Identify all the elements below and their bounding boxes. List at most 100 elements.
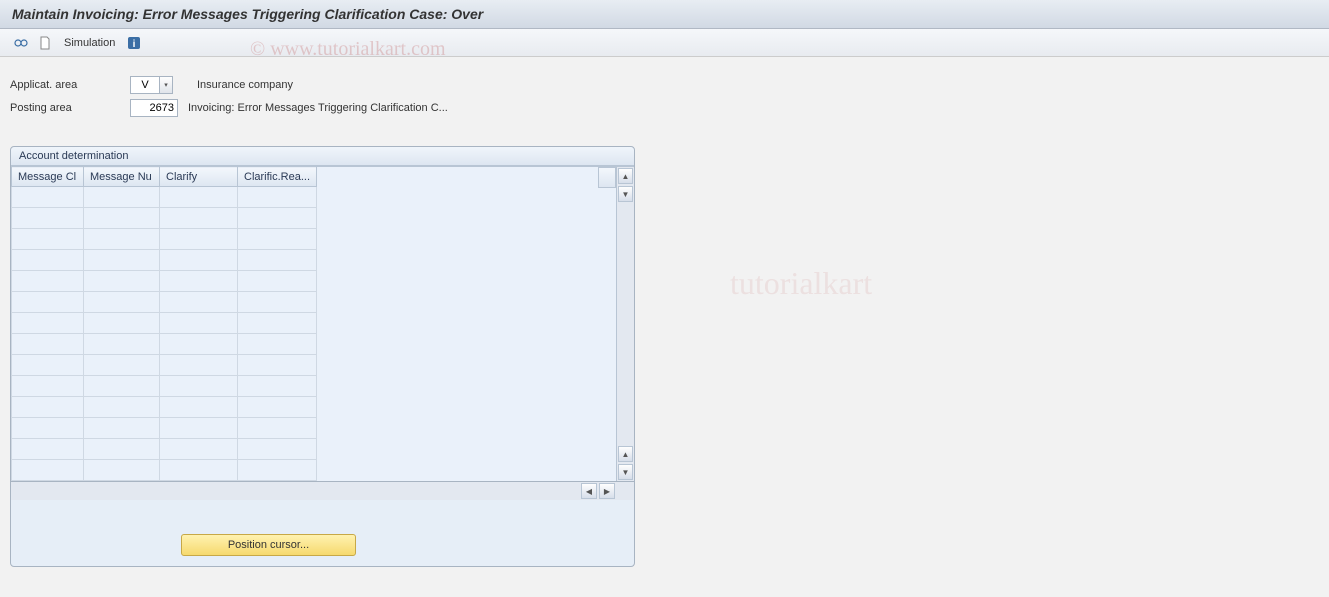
table-cell[interactable] — [238, 292, 317, 313]
simulation-button[interactable]: Simulation — [64, 37, 115, 49]
table-row[interactable] — [12, 460, 317, 481]
scroll-right-icon[interactable]: ▶ — [599, 483, 615, 499]
col-header-message-cl[interactable]: Message Cl — [12, 167, 84, 187]
table-cell[interactable] — [12, 439, 84, 460]
grid-container: Message Cl Message Nu Clarify Clarific.R… — [11, 166, 634, 482]
posting-area-input[interactable] — [130, 99, 178, 117]
table-row[interactable] — [12, 208, 317, 229]
table-row[interactable] — [12, 229, 317, 250]
table-cell[interactable] — [160, 397, 238, 418]
scroll-down-icon[interactable]: ▼ — [618, 186, 633, 202]
grid-spacer — [317, 166, 616, 481]
table-row[interactable] — [12, 250, 317, 271]
grid-table[interactable]: Message Cl Message Nu Clarify Clarific.R… — [11, 166, 317, 481]
table-cell[interactable] — [238, 376, 317, 397]
table-cell[interactable] — [238, 355, 317, 376]
table-cell[interactable] — [12, 250, 84, 271]
table-cell[interactable] — [12, 397, 84, 418]
table-cell[interactable] — [160, 460, 238, 481]
table-cell[interactable] — [12, 271, 84, 292]
table-cell[interactable] — [238, 397, 317, 418]
table-cell[interactable] — [84, 355, 160, 376]
table-cell[interactable] — [12, 292, 84, 313]
table-cell[interactable] — [84, 439, 160, 460]
col-header-message-nu[interactable]: Message Nu — [84, 167, 160, 187]
table-cell[interactable] — [160, 271, 238, 292]
table-cell[interactable] — [160, 313, 238, 334]
info-icon[interactable]: i — [125, 34, 143, 52]
table-cell[interactable] — [160, 292, 238, 313]
table-cell[interactable] — [238, 208, 317, 229]
table-cell[interactable] — [84, 397, 160, 418]
col-header-clarific-rea[interactable]: Clarific.Rea... — [238, 167, 317, 187]
table-cell[interactable] — [12, 208, 84, 229]
table-cell[interactable] — [238, 250, 317, 271]
table-cell[interactable] — [160, 187, 238, 208]
table-cell[interactable] — [84, 460, 160, 481]
table-cell[interactable] — [238, 460, 317, 481]
page-title: Maintain Invoicing: Error Messages Trigg… — [0, 0, 1329, 29]
grid-corner — [598, 167, 616, 188]
vertical-scrollbar[interactable]: ▲ ▼ ▲ ▼ — [616, 166, 634, 481]
table-cell[interactable] — [238, 229, 317, 250]
table-cell[interactable] — [12, 313, 84, 334]
scroll-up-icon[interactable]: ▲ — [618, 168, 633, 184]
position-cursor-button[interactable]: Position cursor... — [181, 534, 356, 556]
applicat-area-input[interactable] — [130, 76, 160, 94]
table-cell[interactable] — [238, 418, 317, 439]
table-cell[interactable] — [238, 271, 317, 292]
table-cell[interactable] — [12, 334, 84, 355]
scroll-down2-icon[interactable]: ▼ — [618, 464, 633, 480]
table-cell[interactable] — [160, 376, 238, 397]
table-cell[interactable] — [84, 187, 160, 208]
table-cell[interactable] — [84, 376, 160, 397]
scroll-up2-icon[interactable]: ▲ — [618, 446, 633, 462]
table-cell[interactable] — [160, 208, 238, 229]
table-cell[interactable] — [12, 376, 84, 397]
table-row[interactable] — [12, 313, 317, 334]
table-cell[interactable] — [84, 418, 160, 439]
table-cell[interactable] — [160, 355, 238, 376]
table-row[interactable] — [12, 439, 317, 460]
table-cell[interactable] — [12, 418, 84, 439]
table-cell[interactable] — [238, 334, 317, 355]
table-cell[interactable] — [84, 292, 160, 313]
posting-area-label: Posting area — [10, 102, 130, 114]
table-row[interactable] — [12, 271, 317, 292]
table-cell[interactable] — [12, 460, 84, 481]
table-row[interactable] — [12, 376, 317, 397]
table-cell[interactable] — [238, 313, 317, 334]
svg-text:i: i — [133, 39, 136, 50]
new-page-icon[interactable] — [36, 34, 54, 52]
table-cell[interactable] — [160, 334, 238, 355]
table-cell[interactable] — [160, 418, 238, 439]
col-header-clarify[interactable]: Clarify — [160, 167, 238, 187]
table-cell[interactable] — [84, 229, 160, 250]
table-row[interactable] — [12, 355, 317, 376]
table-cell[interactable] — [12, 229, 84, 250]
horizontal-scrollbar[interactable]: ◀ ▶ — [11, 482, 634, 500]
table-row[interactable] — [12, 334, 317, 355]
table-cell[interactable] — [84, 208, 160, 229]
table-cell[interactable] — [84, 271, 160, 292]
table-cell[interactable] — [84, 250, 160, 271]
table-row[interactable] — [12, 397, 317, 418]
table-cell[interactable] — [12, 355, 84, 376]
scroll-left-icon[interactable]: ◀ — [581, 483, 597, 499]
glasses-icon[interactable] — [12, 34, 30, 52]
table-row[interactable] — [12, 418, 317, 439]
table-cell[interactable] — [84, 334, 160, 355]
table-cell[interactable] — [160, 229, 238, 250]
table-cell[interactable] — [160, 439, 238, 460]
scroll-track[interactable] — [617, 203, 634, 445]
toolbar: Simulation i — [0, 29, 1329, 57]
table-row[interactable] — [12, 292, 317, 313]
table-cell[interactable] — [160, 250, 238, 271]
applicat-area-label: Applicat. area — [10, 79, 130, 91]
table-cell[interactable] — [238, 439, 317, 460]
applicat-area-dropdown-icon[interactable]: ▾ — [159, 76, 173, 94]
table-cell[interactable] — [12, 187, 84, 208]
table-cell[interactable] — [238, 187, 317, 208]
table-cell[interactable] — [84, 313, 160, 334]
table-row[interactable] — [12, 187, 317, 208]
